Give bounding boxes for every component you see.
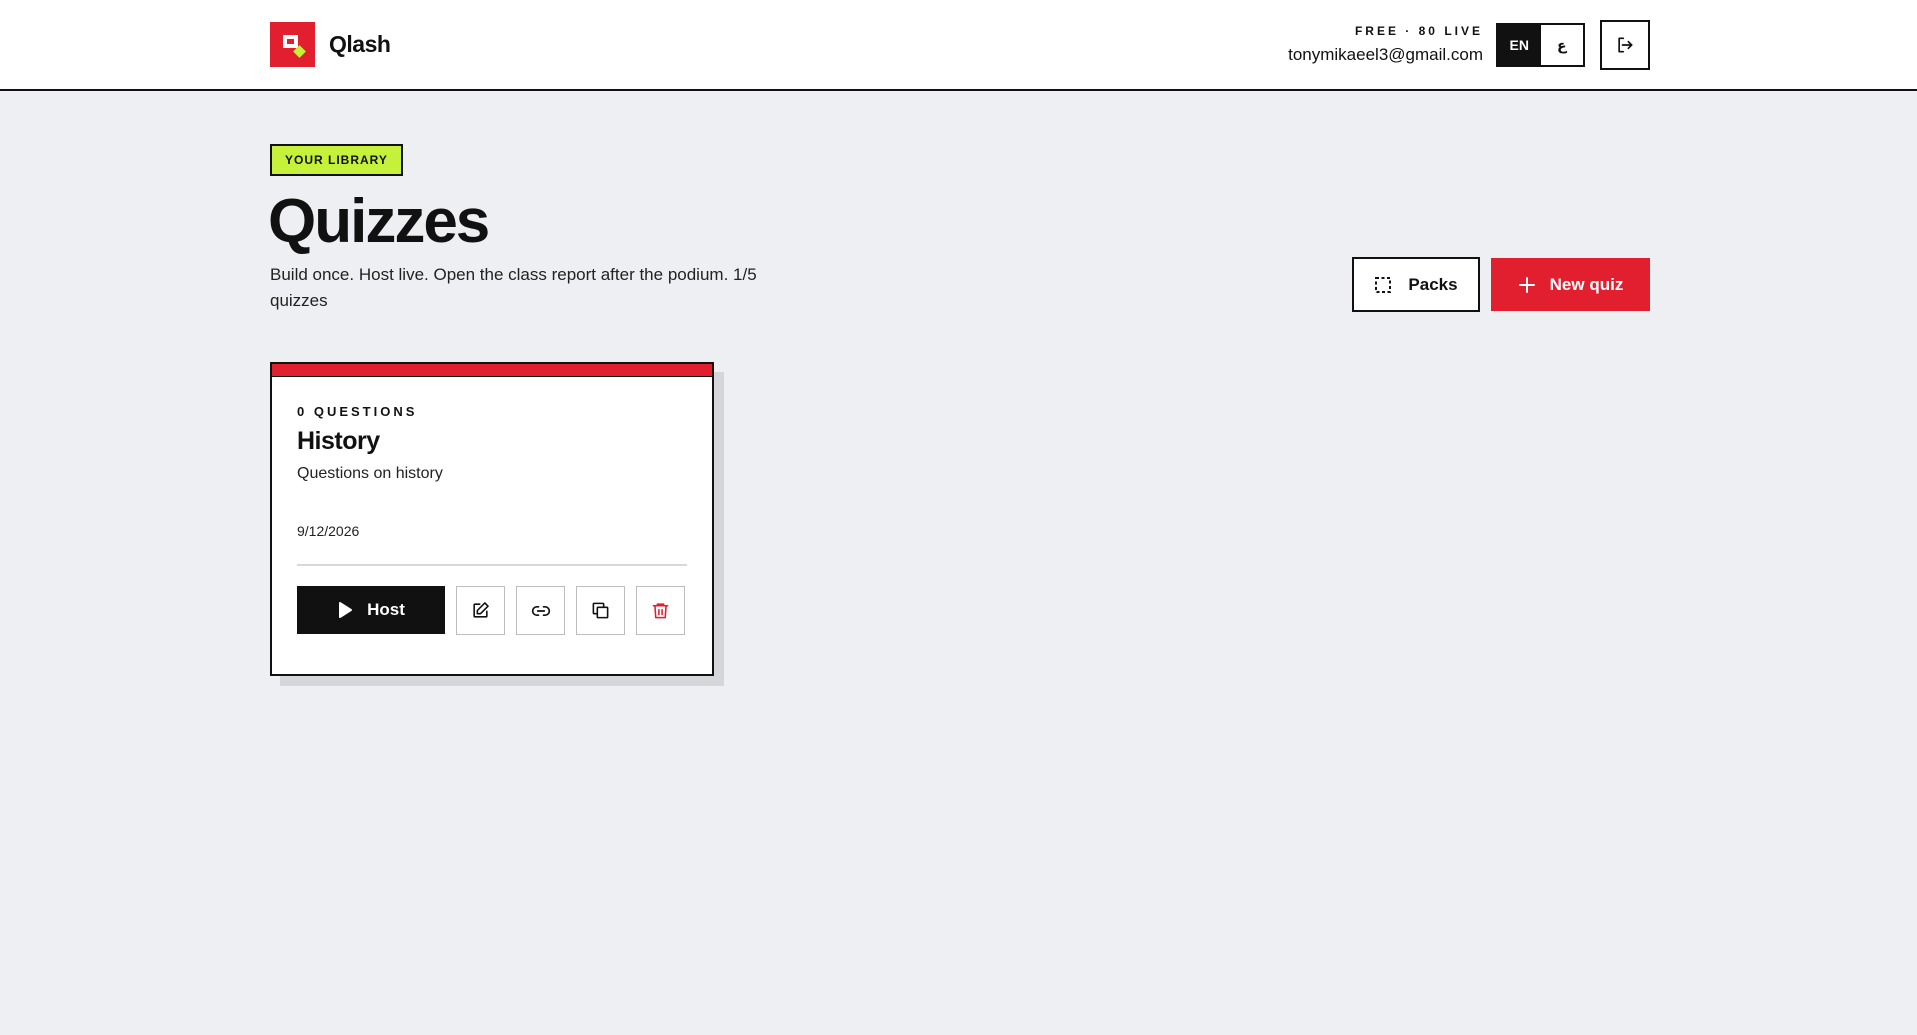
language-switcher: EN ع	[1496, 23, 1585, 67]
share-link-button[interactable]	[516, 586, 565, 635]
card-accent-bar	[272, 364, 712, 377]
link-icon	[531, 605, 550, 616]
plus-icon	[1518, 276, 1535, 293]
quiz-description: Questions on history	[297, 465, 443, 482]
edit-button[interactable]	[456, 586, 505, 635]
logout-icon	[1618, 37, 1633, 53]
host-label: Host	[367, 600, 405, 619]
lang-en-button[interactable]: EN	[1498, 25, 1541, 65]
top-bar: Qlash FREE · 80 LIVE tonymikaeel3@gmail.…	[0, 0, 1917, 91]
quiz-title: History	[297, 427, 380, 455]
play-icon	[339, 602, 353, 618]
quiz-actions: Host	[297, 586, 687, 635]
packs-icon	[1375, 276, 1392, 293]
trash-icon	[652, 603, 669, 619]
duplicate-button[interactable]	[576, 586, 625, 635]
host-button[interactable]: Host	[297, 586, 445, 634]
user-email: tonymikaeel3@gmail.com	[1288, 45, 1483, 64]
packs-label: Packs	[1408, 274, 1458, 294]
new-quiz-button[interactable]: New quiz	[1491, 258, 1650, 311]
logo-icon	[270, 22, 315, 67]
edit-icon	[473, 602, 489, 618]
question-count: 0 QUESTIONS	[297, 404, 418, 419]
new-quiz-label: New quiz	[1549, 274, 1624, 294]
copy-icon	[592, 602, 609, 619]
page-title: Quizzes	[268, 187, 490, 256]
account-info: FREE · 80 LIVE tonymikaeel3@gmail.com	[1288, 24, 1483, 66]
logout-button[interactable]	[1600, 20, 1650, 70]
quiz-date: 9/12/2026	[297, 523, 360, 539]
packs-button[interactable]: Packs	[1352, 257, 1480, 312]
library-badge: YOUR LIBRARY	[270, 144, 403, 176]
brand-name: Qlash	[329, 31, 391, 57]
delete-button[interactable]	[636, 586, 685, 635]
page-subtitle: Build once. Host live. Open the class re…	[270, 265, 757, 310]
plan-status: FREE · 80 LIVE	[1354, 24, 1483, 38]
brand[interactable]: Qlash	[270, 22, 391, 67]
card-divider	[297, 564, 687, 566]
quiz-card: 0 QUESTIONS History Questions on history…	[270, 362, 714, 676]
lang-ar-button[interactable]: ع	[1540, 25, 1583, 65]
